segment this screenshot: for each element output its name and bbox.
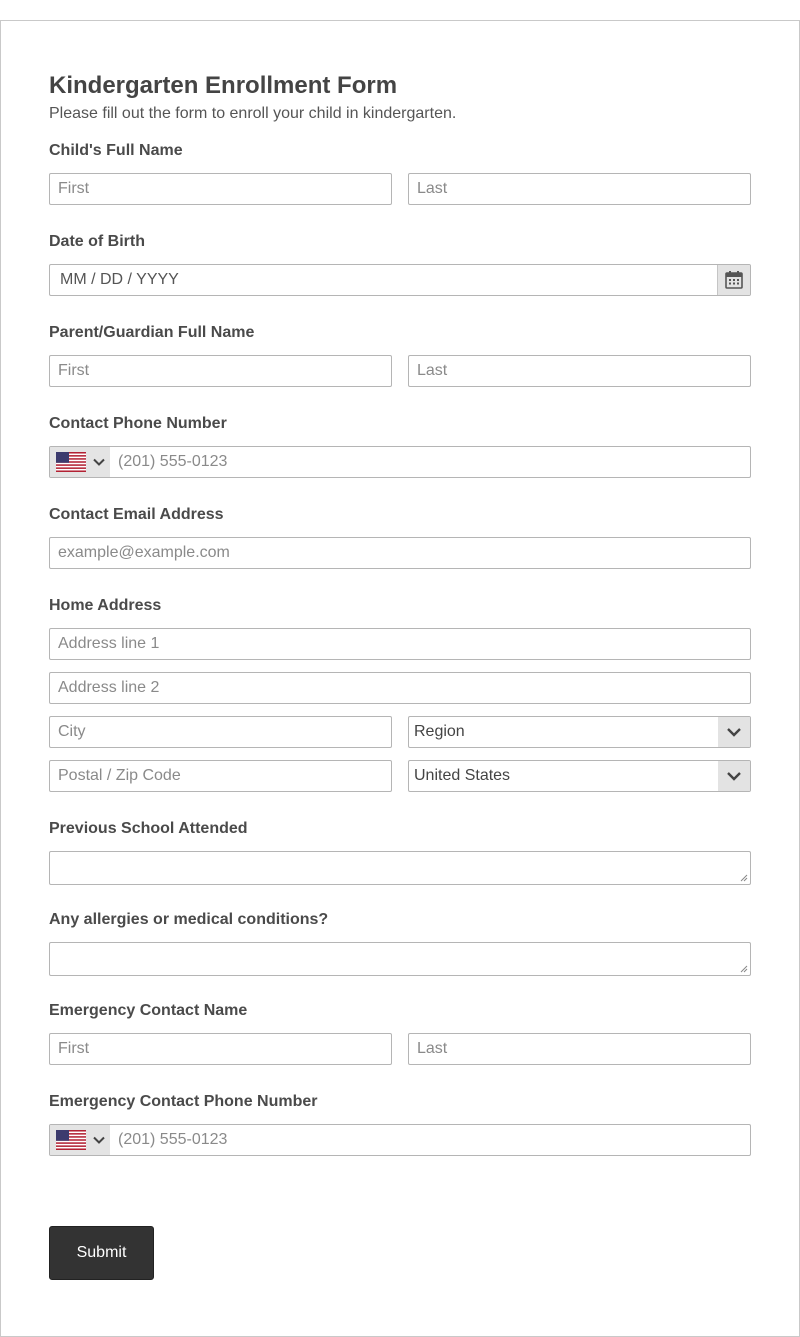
chevron-down-icon[interactable] (718, 761, 750, 791)
phone-label: Contact Phone Number (49, 415, 227, 432)
phone-input[interactable] (110, 447, 750, 477)
region-select[interactable]: Region (408, 716, 751, 748)
dob-label: Date of Birth (49, 233, 145, 250)
phone-field[interactable] (49, 446, 751, 478)
chevron-down-icon[interactable] (718, 717, 750, 747)
parent-first-name-input[interactable] (50, 356, 391, 386)
postal-code-input[interactable] (50, 761, 391, 791)
allergies-label: Any allergies or medical conditions? (49, 911, 329, 928)
address-line1-field[interactable] (49, 628, 751, 660)
form-title: Kindergarten Enrollment Form (49, 72, 398, 99)
us-flag-icon (56, 452, 86, 472)
emergency-first-name-input[interactable] (50, 1034, 391, 1064)
allergies-textarea[interactable] (50, 943, 750, 975)
emergency-last-name-input[interactable] (409, 1034, 750, 1064)
form-card: Kindergarten Enrollment Form Please fill… (0, 20, 800, 1337)
resize-grip-icon[interactable] (740, 965, 748, 973)
parent-last-name-input[interactable] (409, 356, 750, 386)
email-input[interactable] (50, 538, 750, 568)
previous-school-field[interactable] (49, 851, 751, 885)
allergies-field[interactable] (49, 942, 751, 976)
city-input[interactable] (50, 717, 391, 747)
child-last-name-field[interactable] (408, 173, 751, 205)
chevron-down-icon (93, 458, 105, 466)
region-value: Region (414, 723, 465, 740)
resize-grip-icon[interactable] (740, 874, 748, 882)
dob-placeholder: MM / DD / YYYY (60, 271, 179, 288)
emergency-phone-field[interactable] (49, 1124, 751, 1156)
parent-first-name-field[interactable] (49, 355, 392, 387)
parent-name-label: Parent/Guardian Full Name (49, 324, 255, 341)
previous-school-textarea[interactable] (50, 852, 750, 884)
address-line2-input[interactable] (50, 673, 750, 703)
child-first-name-field[interactable] (49, 173, 392, 205)
previous-school-label: Previous School Attended (49, 820, 248, 837)
child-first-name-input[interactable] (50, 174, 391, 204)
email-field[interactable] (49, 537, 751, 569)
address-line1-input[interactable] (50, 629, 750, 659)
address-label: Home Address (49, 597, 162, 614)
emergency-phone-input[interactable] (110, 1125, 750, 1155)
emergency-name-label: Emergency Contact Name (49, 1002, 248, 1019)
city-field[interactable] (49, 716, 392, 748)
emergency-phone-label: Emergency Contact Phone Number (49, 1093, 318, 1110)
child-name-label: Child's Full Name (49, 142, 183, 159)
country-select[interactable]: United States (408, 760, 751, 792)
emergency-first-name-field[interactable] (49, 1033, 392, 1065)
dob-field[interactable]: MM / DD / YYYY (49, 264, 751, 296)
calendar-icon[interactable] (717, 265, 750, 295)
postal-code-field[interactable] (49, 760, 392, 792)
country-code-select[interactable] (50, 447, 110, 477)
child-last-name-input[interactable] (409, 174, 750, 204)
us-flag-icon (56, 1130, 86, 1150)
form-subtitle: Please fill out the form to enroll your … (49, 105, 457, 122)
email-label: Contact Email Address (49, 506, 224, 523)
parent-last-name-field[interactable] (408, 355, 751, 387)
address-line2-field[interactable] (49, 672, 751, 704)
chevron-down-icon (93, 1136, 105, 1144)
country-code-select[interactable] (50, 1125, 110, 1155)
submit-button[interactable]: Submit (49, 1226, 154, 1280)
country-value: United States (414, 767, 511, 784)
emergency-last-name-field[interactable] (408, 1033, 751, 1065)
